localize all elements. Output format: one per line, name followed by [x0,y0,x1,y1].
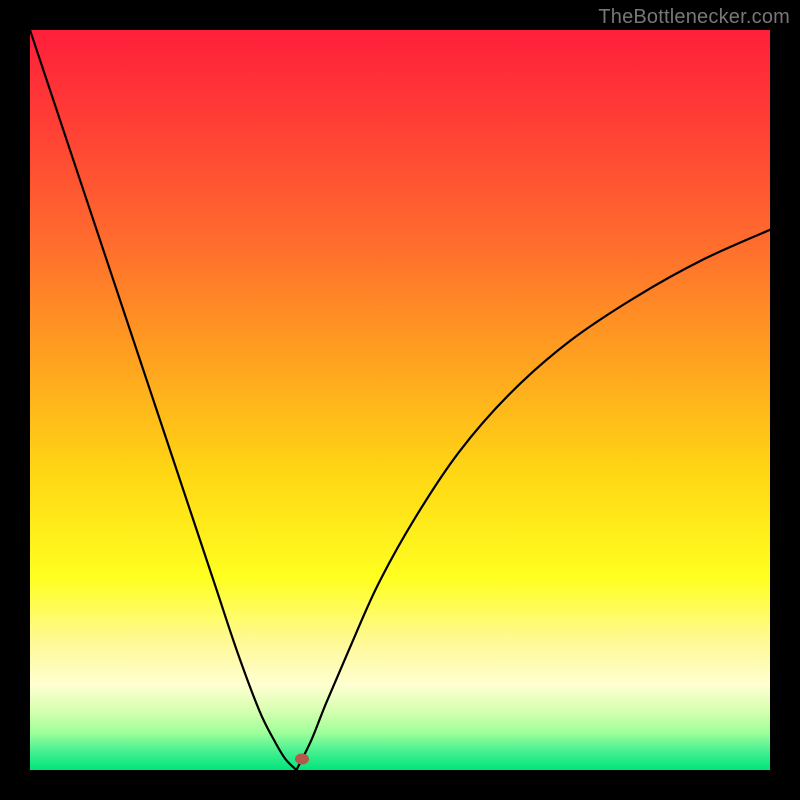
minimum-marker [295,753,309,764]
curve-layer [30,30,770,770]
curve-right-branch [296,230,770,770]
watermark-text: TheBottlenecker.com [598,6,790,29]
curve-left-branch [30,30,296,770]
plot-area [30,30,770,770]
chart-frame: TheBottlenecker.com [0,0,800,800]
